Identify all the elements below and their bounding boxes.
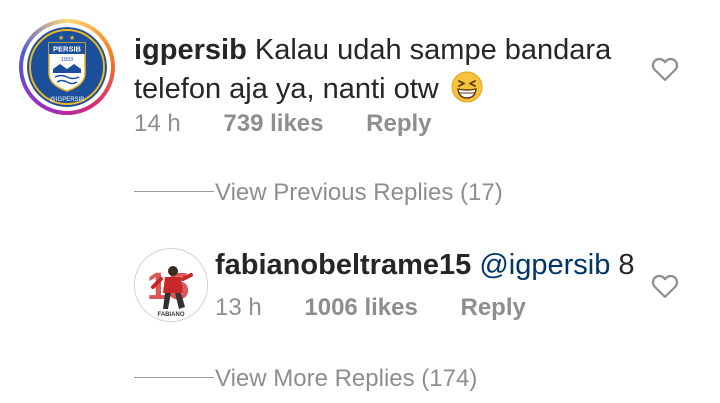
svg-text:★: ★ [58,34,64,42]
reply-mention-link[interactable]: @igpersib [479,249,610,281]
comment-line-2: telefon aja ya, nanti otw [134,70,634,109]
divider-line-2 [134,377,214,378]
comment-likes[interactable]: 739 likes [223,110,323,137]
reply-avatar-caption: FABIANO [158,312,185,318]
reply-meta: 13 h 1006 likes Reply [215,294,526,322]
like-heart-icon[interactable] [650,54,680,82]
persib-logo-year: 1933 [61,57,73,63]
view-previous-replies-button[interactable]: View Previous Replies (17) [215,179,503,207]
comment-line-1: igpersib Kalau udah sampe bandara [134,31,634,70]
reply-avatar[interactable]: 15 FABIANO [134,248,208,322]
comment-text-line2: telefon aja ya, nanti otw [134,73,439,105]
comment-text-line1: Kalau udah sampe bandara [254,34,612,66]
avatar-caption: @IGPERSIB [50,97,84,103]
player-avatar-image: 15 FABIANO [135,249,207,321]
reply-username[interactable]: fabianobeltrame15 [215,249,471,281]
grinning-squinting-face-emoji-icon [451,71,483,103]
comment-body: igpersib Kalau udah sampe bandara telefo… [134,31,634,109]
comment-meta: 14 h 739 likes Reply [134,110,432,138]
reply-reply-button[interactable]: Reply [461,294,526,321]
reply-time: 13 h [215,294,262,321]
reply-like-heart-icon[interactable] [650,271,680,299]
reply-likes[interactable]: 1006 likes [304,294,417,321]
persib-logo: ★ ★ PERSIB 1933 @IGPERSIB [27,27,107,107]
persib-logo-text: PERSIB [53,45,82,54]
view-more-replies-button[interactable]: View More Replies (174) [215,365,477,393]
reply-button[interactable]: Reply [366,110,431,137]
divider-line [134,191,214,192]
avatar: ★ ★ PERSIB 1933 @IGPERSIB [23,23,111,111]
avatar-story-ring[interactable]: ★ ★ PERSIB 1933 @IGPERSIB [19,19,115,115]
comment-username[interactable]: igpersib [134,34,247,66]
comment-time: 14 h [134,110,181,137]
svg-text:★: ★ [69,34,75,42]
reply-body: fabianobeltrame15 @igpersib 8 [215,246,635,285]
reply-text: 8 [618,249,635,281]
